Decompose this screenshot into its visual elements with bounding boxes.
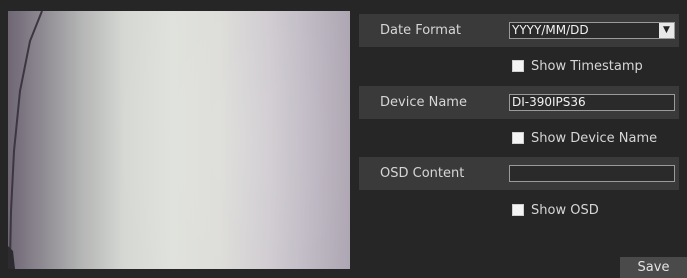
date-format-label: Date Format: [380, 23, 462, 38]
show-timestamp-label: Show Timestamp: [531, 58, 643, 74]
show-device-name-option[interactable]: Show Device Name: [512, 130, 657, 146]
save-button[interactable]: Save: [620, 257, 687, 278]
device-name-input[interactable]: DI-390IPS36: [509, 94, 675, 111]
osd-content-row: OSD Content: [359, 157, 679, 190]
show-osd-label: Show OSD: [531, 202, 599, 218]
device-name-row: Device Name DI-390IPS36: [359, 86, 679, 119]
show-timestamp-option[interactable]: Show Timestamp: [512, 58, 643, 74]
chevron-down-icon[interactable]: ▼: [659, 23, 674, 38]
date-format-value: YYYY/MM/DD: [512, 23, 589, 37]
osd-content-input[interactable]: [509, 165, 675, 182]
show-timestamp-checkbox[interactable]: [512, 60, 524, 72]
show-osd-option[interactable]: Show OSD: [512, 202, 599, 218]
date-format-select[interactable]: YYYY/MM/DD ▼: [509, 22, 675, 39]
date-format-row: Date Format YYYY/MM/DD ▼: [359, 14, 679, 47]
camera-preview: [8, 11, 350, 269]
camera-cable-shadow: [8, 11, 43, 269]
show-device-name-checkbox[interactable]: [512, 132, 524, 144]
show-osd-checkbox[interactable]: [512, 204, 524, 216]
device-name-label: Device Name: [380, 95, 467, 110]
show-device-name-label: Show Device Name: [531, 130, 658, 146]
osd-content-label: OSD Content: [380, 166, 465, 181]
